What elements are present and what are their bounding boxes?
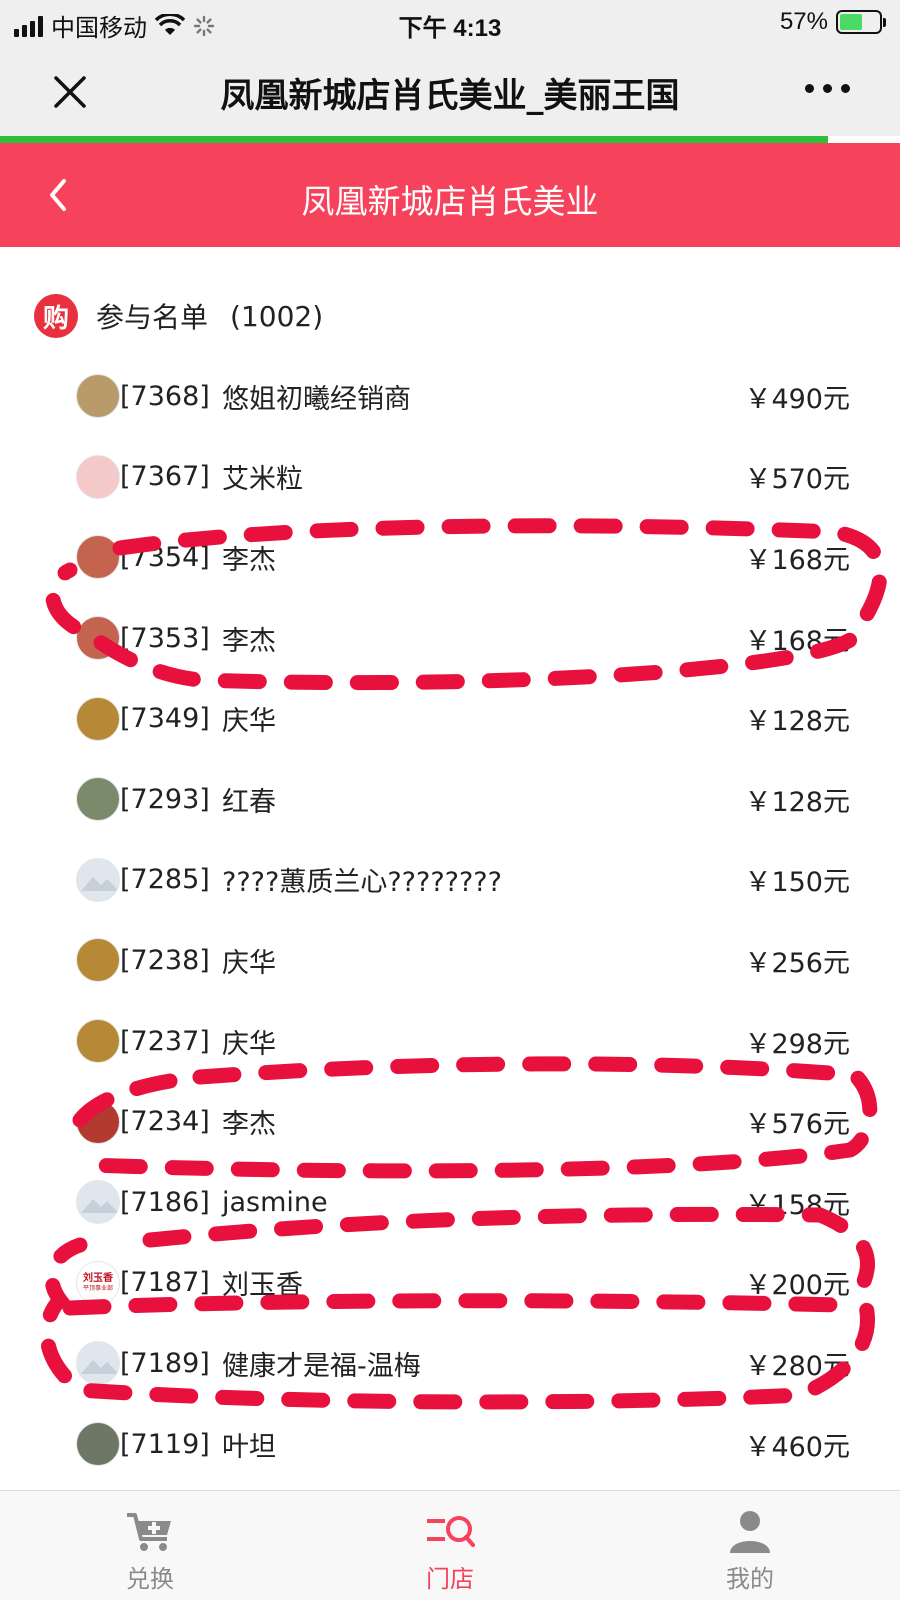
avatar bbox=[76, 1019, 120, 1064]
participant-amount: ￥200元 bbox=[744, 1270, 850, 1302]
participant-amount: ￥490元 bbox=[744, 383, 850, 415]
browser-title: 凤凰新城店肖氏美业_美丽王国 bbox=[220, 76, 680, 116]
participant-name: ????蕙质兰心???????? bbox=[222, 867, 502, 899]
participant-amount: ￥168元 bbox=[744, 544, 850, 576]
status-bar: 中国移动 下午 4:13 57% bbox=[0, 0, 900, 44]
list-item[interactable]: [7234] 李杰 ￥576元 bbox=[0, 1081, 900, 1162]
more-dots-icon[interactable] bbox=[805, 84, 850, 93]
page-load-progress bbox=[0, 136, 828, 143]
avatar bbox=[76, 1341, 120, 1386]
list-item[interactable]: [7189] 健康才是福-温梅 ￥280元 bbox=[0, 1323, 900, 1404]
list-item[interactable]: [7293] 红春 ￥128元 bbox=[0, 759, 900, 840]
participant-amount: ￥158元 bbox=[744, 1189, 850, 1221]
bottom-tab-bar: 兑换 门店 我的 bbox=[0, 1490, 900, 1600]
avatar bbox=[76, 454, 120, 499]
tab-label: 我的 bbox=[726, 1565, 774, 1593]
tab-label: 门店 bbox=[426, 1565, 474, 1593]
store-search-icon bbox=[427, 1516, 475, 1547]
avatar bbox=[76, 616, 120, 661]
tab-label: 兑换 bbox=[126, 1565, 174, 1593]
participant-name: 李杰 bbox=[222, 1109, 276, 1141]
avatar bbox=[76, 777, 120, 822]
participant-amount: ￥298元 bbox=[744, 1028, 850, 1060]
participant-name: 叶坦 bbox=[222, 1431, 276, 1463]
list-item[interactable]: [7367] 艾米粒 ￥570元 bbox=[0, 437, 900, 518]
list-item[interactable]: [7353] 李杰 ￥168元 bbox=[0, 598, 900, 679]
list-item[interactable]: [7119] 叶坦 ￥460元 bbox=[0, 1404, 900, 1485]
participant-amount: ￥280元 bbox=[744, 1350, 850, 1382]
participant-name: 李杰 bbox=[222, 625, 276, 657]
participant-name: 悠姐初曦经销商 bbox=[222, 383, 411, 415]
list-item[interactable]: [7285] ????蕙质兰心???????? ￥150元 bbox=[0, 840, 900, 921]
participant-id: [7238] bbox=[120, 944, 210, 976]
list-item[interactable]: [7368] 悠姐初曦经销商 ￥490元 bbox=[0, 356, 900, 437]
buy-badge-icon: 购 bbox=[34, 294, 78, 338]
section-label: 参与名单 bbox=[96, 301, 209, 334]
participant-count: (1002) bbox=[230, 299, 324, 333]
clock: 下午 4:13 bbox=[398, 15, 502, 42]
participant-amount: ￥128元 bbox=[744, 786, 850, 818]
avatar-subtext: 平顶事业部 bbox=[82, 1284, 113, 1292]
participant-id: [7285] bbox=[120, 864, 210, 896]
participant-name: 健康才是福-温梅 bbox=[222, 1350, 421, 1382]
participant-id: [7354] bbox=[120, 541, 210, 573]
participant-amount: ￥576元 bbox=[744, 1109, 850, 1141]
participant-amount: ￥150元 bbox=[744, 867, 850, 899]
participant-list: [7368] 悠姐初曦经销商 ￥490元 [7367] 艾米粒 ￥570元 [7354] 李杰… bbox=[0, 356, 900, 1484]
participant-name: 红春 bbox=[222, 786, 276, 818]
tab-exchange[interactable]: 兑换 bbox=[0, 1491, 300, 1600]
list-item[interactable]: [7186] jasmine ￥158元 bbox=[0, 1162, 900, 1243]
participant-name: 李杰 bbox=[222, 544, 276, 576]
avatar bbox=[76, 938, 120, 983]
avatar bbox=[76, 857, 120, 902]
list-item[interactable]: [7238] 庆华 ￥256元 bbox=[0, 920, 900, 1001]
avatar bbox=[76, 696, 120, 741]
status-right: 57% bbox=[779, 8, 886, 36]
page-header: 凤凰新城店肖氏美业 bbox=[0, 143, 900, 247]
participant-id: [7349] bbox=[120, 703, 210, 735]
page-title: 凤凰新城店肖氏美业 bbox=[301, 182, 599, 221]
avatar bbox=[76, 374, 120, 419]
battery-icon bbox=[836, 10, 886, 34]
participant-amount: ￥256元 bbox=[744, 947, 850, 979]
browser-title-bar: 凤凰新城店肖氏美业_美丽王国 bbox=[0, 44, 900, 136]
participant-id: [7186] bbox=[120, 1186, 210, 1218]
participant-id: [7368] bbox=[120, 380, 210, 412]
participant-id: [7353] bbox=[120, 622, 210, 654]
participant-amount: ￥168元 bbox=[744, 625, 850, 657]
avatar bbox=[76, 1180, 120, 1225]
participants-section-title: 购 参与名单 (1002) bbox=[34, 294, 323, 338]
participant-name: 艾米粒 bbox=[222, 464, 303, 496]
participant-id: [7189] bbox=[120, 1347, 210, 1379]
tab-store[interactable]: 门店 bbox=[300, 1491, 600, 1600]
participant-id: [7119] bbox=[120, 1428, 210, 1460]
battery-percent: 57% bbox=[779, 8, 828, 35]
avatar-text: 刘玉香 bbox=[83, 1272, 113, 1284]
list-item[interactable]: 刘玉香 平顶事业部 [7187] 刘玉香 ￥200元 bbox=[0, 1243, 900, 1324]
participant-amount: ￥570元 bbox=[744, 464, 850, 496]
participant-name: 刘玉香 bbox=[222, 1270, 303, 1302]
avatar bbox=[76, 535, 120, 580]
participant-id: [7237] bbox=[120, 1025, 210, 1057]
user-icon bbox=[730, 1511, 770, 1553]
cart-plus-icon bbox=[127, 1513, 171, 1551]
participant-id: [7293] bbox=[120, 783, 210, 815]
participant-id: [7367] bbox=[120, 461, 210, 493]
avatar bbox=[76, 1422, 120, 1467]
participant-id: [7187] bbox=[120, 1267, 210, 1299]
participant-id: [7234] bbox=[120, 1106, 210, 1138]
participant-name: 庆华 bbox=[222, 1028, 276, 1060]
participant-name: 庆华 bbox=[222, 947, 276, 979]
participant-name: jasmine bbox=[222, 1186, 328, 1218]
participant-name: 庆华 bbox=[222, 706, 276, 738]
avatar bbox=[76, 1099, 120, 1144]
list-item[interactable]: [7354] 李杰 ￥168元 bbox=[0, 517, 900, 598]
participant-amount: ￥128元 bbox=[744, 706, 850, 738]
avatar: 刘玉香 平顶事业部 bbox=[76, 1260, 120, 1305]
participant-amount: ￥460元 bbox=[744, 1431, 850, 1463]
list-item[interactable]: [7237] 庆华 ￥298元 bbox=[0, 1001, 900, 1082]
list-item[interactable]: [7349] 庆华 ￥128元 bbox=[0, 678, 900, 759]
tab-mine[interactable]: 我的 bbox=[600, 1491, 900, 1600]
